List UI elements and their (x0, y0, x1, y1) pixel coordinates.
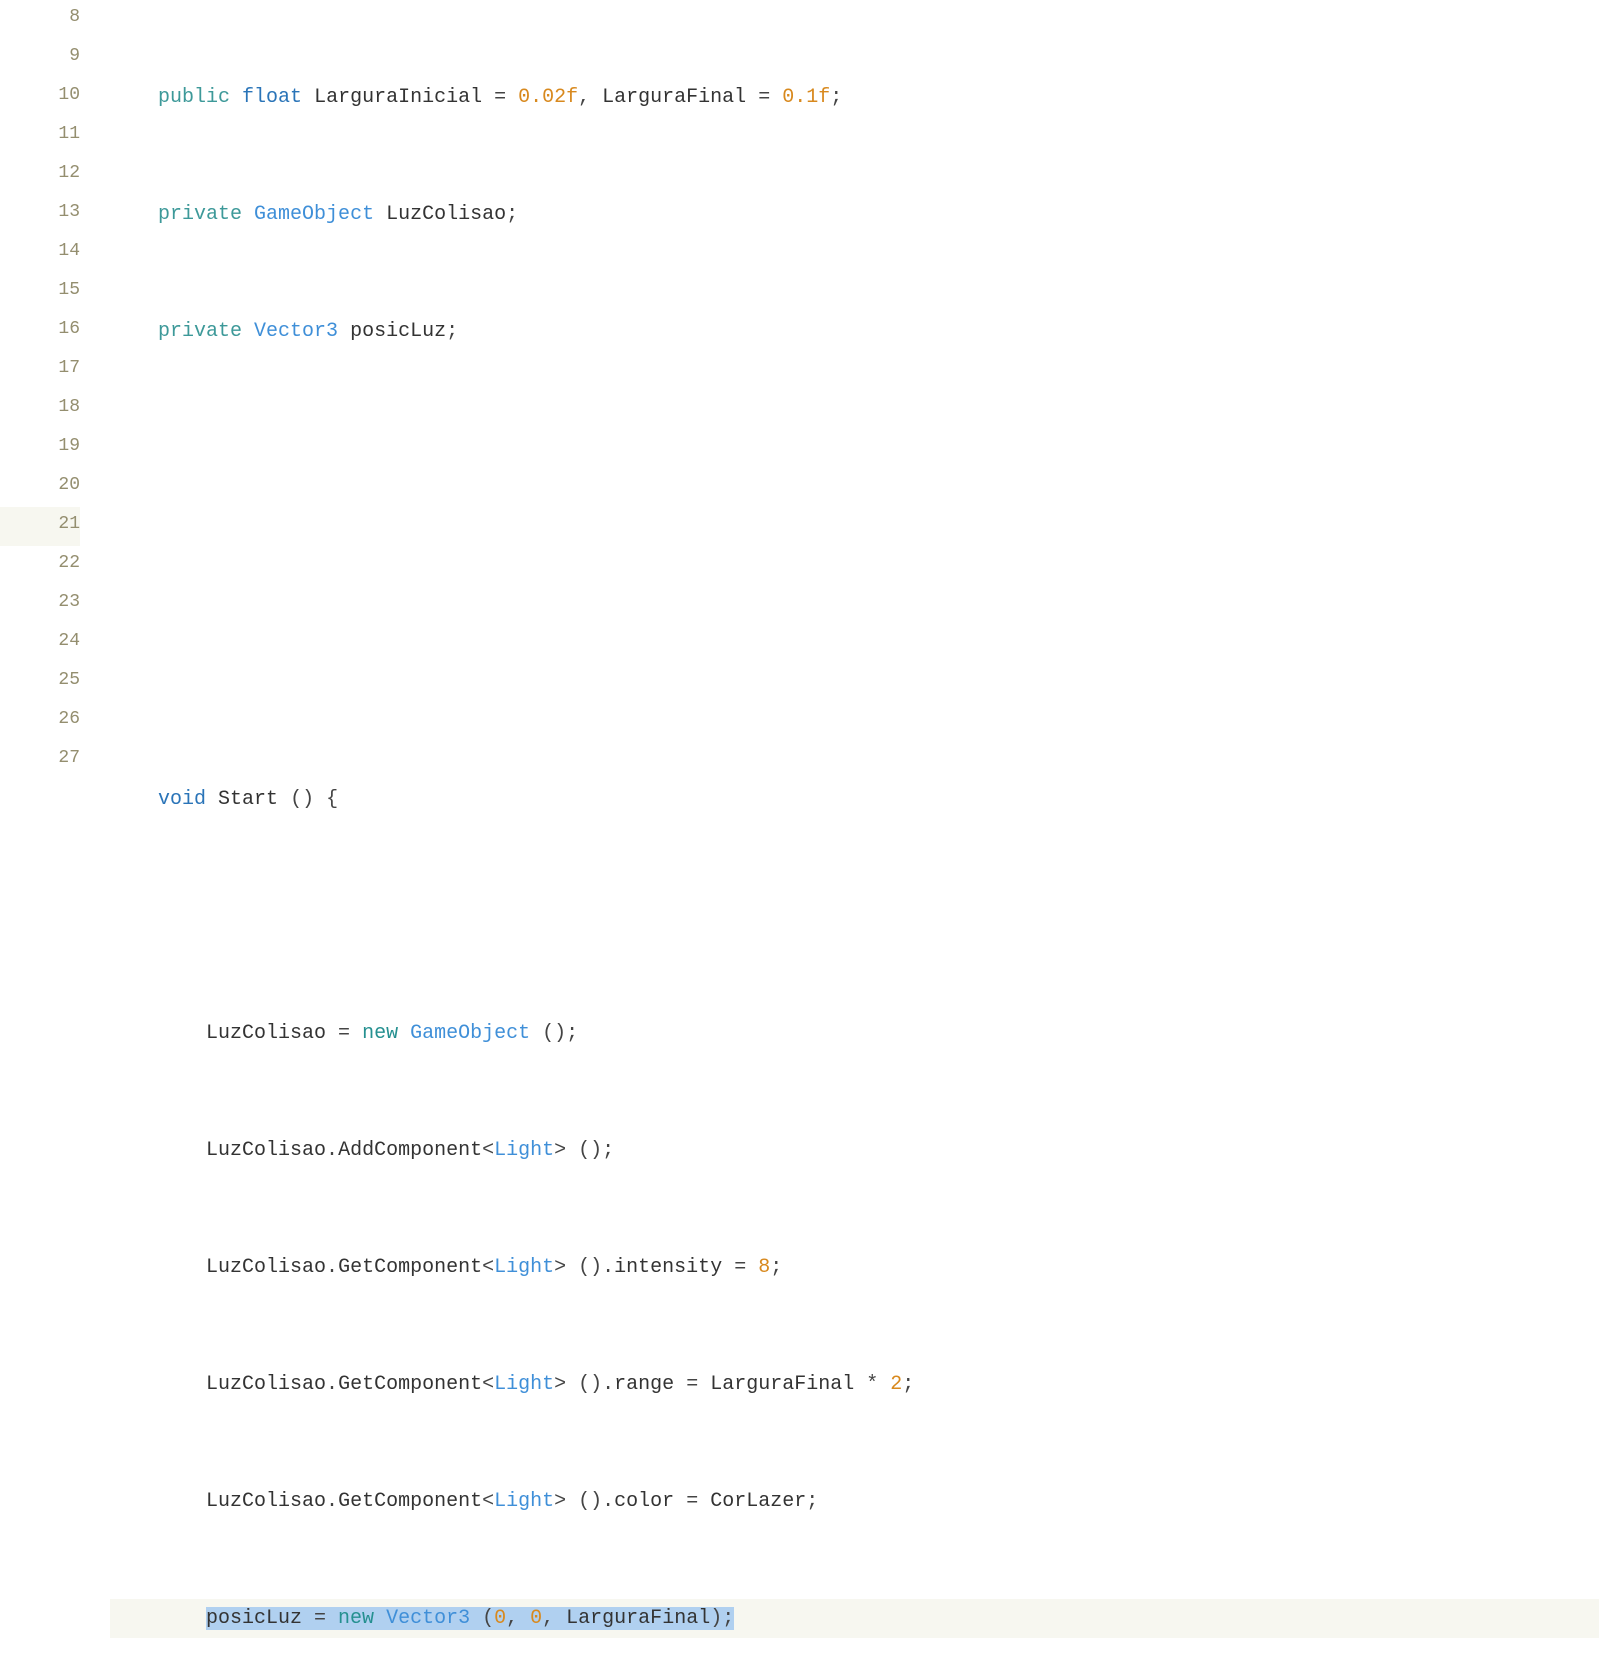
code-line[interactable] (110, 897, 1599, 936)
line-number: 26 (0, 702, 80, 741)
line-number: 9 (0, 39, 80, 78)
text-selection: posicLuz = new Vector3 (0, 0, LarguraFin… (206, 1607, 734, 1630)
code-line[interactable]: LuzColisao = new GameObject (); (110, 1014, 1599, 1053)
line-number: 15 (0, 273, 80, 312)
code-editor[interactable]: 8 9 10 11 12 13 14 15 16 17 18 19 20 21 … (0, 0, 1599, 1658)
line-number-gutter: 8 9 10 11 12 13 14 15 16 17 18 19 20 21 … (0, 0, 110, 1658)
line-number: 8 (0, 0, 80, 39)
code-line[interactable]: LuzColisao.GetComponent<Light> ().color … (110, 1482, 1599, 1521)
line-number: 11 (0, 117, 80, 156)
line-number: 23 (0, 585, 80, 624)
line-number: 19 (0, 429, 80, 468)
code-line[interactable]: LuzColisao.GetComponent<Light> ().intens… (110, 1248, 1599, 1287)
code-line[interactable] (110, 429, 1599, 468)
line-number: 24 (0, 624, 80, 663)
line-number: 10 (0, 78, 80, 117)
line-number: 12 (0, 156, 80, 195)
line-number: 20 (0, 468, 80, 507)
code-line-highlighted[interactable]: posicLuz = new Vector3 (0, 0, LarguraFin… (110, 1599, 1599, 1638)
code-line[interactable]: private Vector3 posicLuz; (110, 312, 1599, 351)
line-number: 17 (0, 351, 80, 390)
code-line[interactable]: private GameObject LuzColisao; (110, 195, 1599, 234)
line-number: 22 (0, 546, 80, 585)
line-number: 18 (0, 390, 80, 429)
code-line[interactable] (110, 546, 1599, 585)
code-line[interactable]: LuzColisao.AddComponent<Light> (); (110, 1131, 1599, 1170)
line-number: 21 (0, 507, 80, 546)
line-number: 13 (0, 195, 80, 234)
code-line[interactable] (110, 663, 1599, 702)
code-line[interactable]: public float LarguraInicial = 0.02f, Lar… (110, 78, 1599, 117)
line-number: 25 (0, 663, 80, 702)
code-line[interactable]: LuzColisao.GetComponent<Light> ().range … (110, 1365, 1599, 1404)
line-number: 16 (0, 312, 80, 351)
code-line[interactable]: void Start () { (110, 780, 1599, 819)
code-area[interactable]: public float LarguraInicial = 0.02f, Lar… (110, 0, 1599, 1658)
line-number: 27 (0, 741, 80, 780)
line-number: 14 (0, 234, 80, 273)
